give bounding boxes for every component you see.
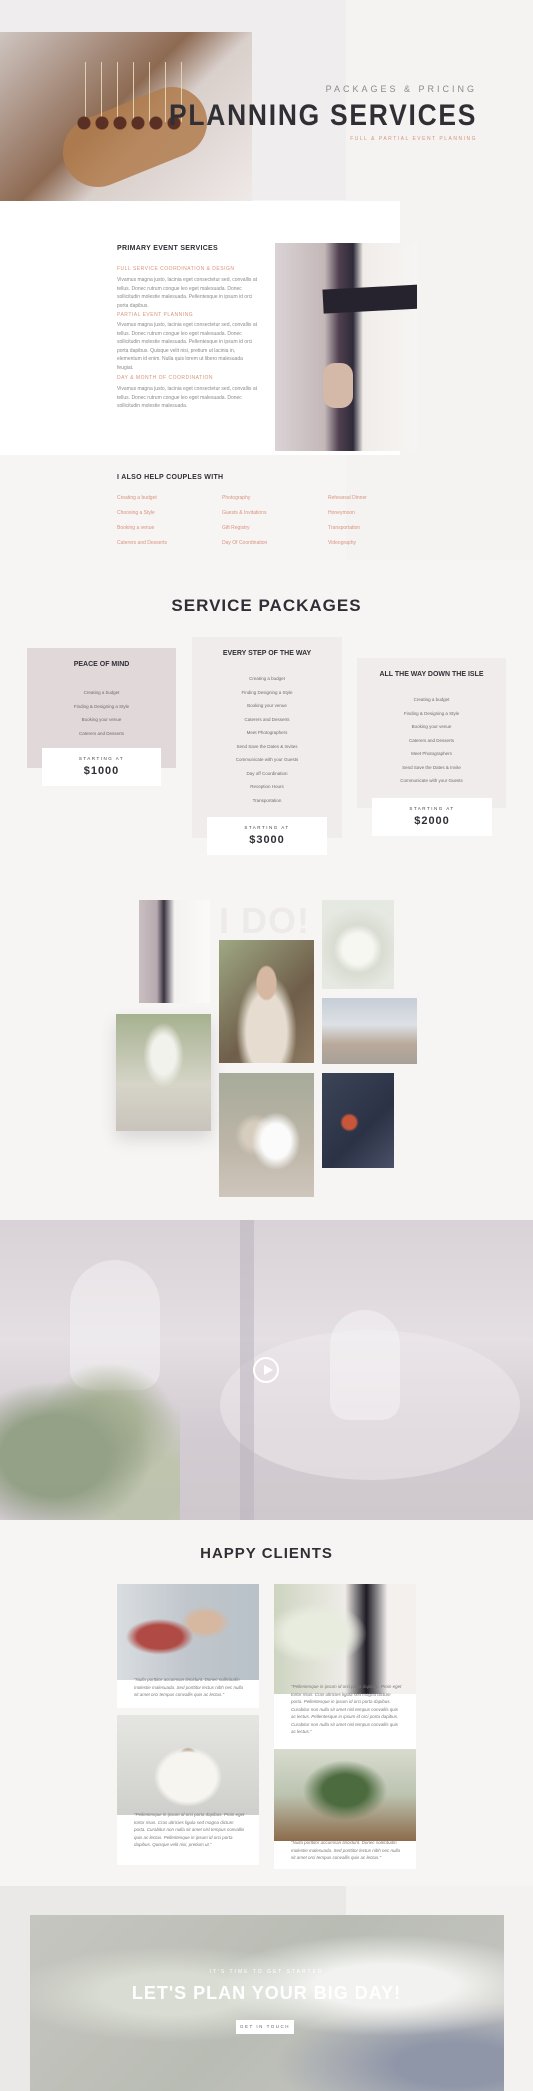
gallery-photo[interactable]	[139, 900, 210, 1003]
package-item: Send Save the Dates & Invite	[402, 764, 461, 770]
price-label: STARTING AT	[244, 825, 290, 830]
price-box: STARTING AT $1000	[42, 748, 161, 786]
package-item: Reception Hours	[250, 784, 284, 789]
service-text: Vivamus magna justo, lacinia eget consec…	[117, 386, 257, 410]
package-item: Caterers and Desserts	[244, 716, 290, 722]
package-item: Transportation	[252, 797, 282, 803]
testimonial-card: "Nulla porttitor accumsan tincidunt. Don…	[117, 1584, 259, 1708]
gallery-photo[interactable]	[322, 900, 394, 989]
testimonial-card: "Pellentesque in ipsum id orci porta dap…	[274, 1584, 416, 1752]
package-item: Finding Designing a Style	[241, 689, 293, 695]
price-label: STARTING AT	[78, 756, 125, 761]
service-text: Vivamus magna justo, lacinia eget consec…	[117, 277, 257, 309]
cta-title: LET'S PLAN YOUR BIG DAY!	[131, 1983, 402, 2003]
help-column: Rehearsal Dinner Honeymoon Transportatio…	[328, 495, 367, 555]
package-item: Booking your venue	[81, 717, 122, 722]
bouquet-photo	[274, 1584, 416, 1694]
gallery-photo[interactable]	[219, 1073, 314, 1197]
hero-subtitle: FULL & PARTIAL EVENT PLANNING	[350, 136, 477, 142]
package-item: Booking your venue	[247, 703, 287, 708]
table-decor-photo	[274, 1749, 416, 1841]
package-item: Finding & Designing a Style	[403, 710, 460, 716]
package-item: Booking your venue	[411, 724, 452, 729]
price-value: $1000	[83, 765, 120, 777]
page-title: PLANNING SERVICES	[168, 99, 477, 132]
help-link[interactable]: Guests & Invitations	[222, 510, 267, 525]
package-item: Send Save the Dates & Invites	[236, 743, 298, 749]
package-name: EVERY STEP OF THE WAY	[222, 650, 312, 657]
hero-kicker: PACKAGES & PRICING	[325, 84, 477, 94]
gallery-photo[interactable]	[322, 1073, 394, 1168]
package-item: Caterers and Desserts	[408, 737, 455, 743]
help-link[interactable]: Booking a venue	[117, 525, 167, 540]
help-column: Creating a budget Choosing a Style Booki…	[117, 495, 167, 555]
price-label: STARTING AT	[409, 806, 455, 811]
price-box: STARTING AT $3000	[207, 817, 327, 855]
testimonial-quote: "Pellentesque in ipsum id orci porta dap…	[291, 1684, 402, 1734]
package-item: Meet Photographers	[246, 730, 288, 735]
price-value: $2000	[414, 815, 450, 827]
help-link[interactable]: Transportation	[328, 525, 367, 540]
gallery-photo[interactable]	[219, 940, 314, 1063]
play-icon[interactable]	[253, 1357, 279, 1383]
help-link[interactable]: Creating a budget	[117, 495, 167, 510]
gallery-watermark: I DO!	[219, 900, 310, 941]
testimonial-quote: "Pellentesque in ipsum id orci porta dap…	[134, 1812, 245, 1847]
price-value: $3000	[249, 834, 285, 846]
service-title: PARTIAL EVENT PLANNING	[117, 312, 194, 318]
package-item: Day off Coordination	[246, 770, 288, 776]
package-item: Finding & Designing a Style	[73, 703, 130, 709]
package-item: Communicate with your Guests	[235, 757, 299, 762]
help-link[interactable]: Choosing a Style	[117, 510, 167, 525]
package-item: Meet Photographers	[411, 751, 452, 756]
cake-photo	[117, 1715, 259, 1815]
service-title: DAY & MONTH OF COORDINATION	[117, 375, 214, 381]
package-card: ALL THE WAY DOWN THE ISLE Creating a bud…	[357, 658, 506, 836]
package-item: Creating a budget	[83, 690, 120, 695]
package-name: PEACE OF MIND	[73, 661, 130, 668]
testimonial-quote: "Nulla porttitor accumsan tincidunt. Don…	[134, 1677, 244, 1697]
help-column: Photography Guests & Invitations Gift Re…	[222, 495, 267, 555]
bride-groom-photo	[275, 243, 417, 451]
help-link[interactable]: Caterers and Desserts	[117, 540, 167, 555]
cta-kicker: IT'S TIME TO GET STARTED	[209, 1969, 324, 1975]
packages-title: SERVICE PACKAGES	[171, 596, 362, 615]
testimonials-title: HAPPY CLIENTS	[200, 1545, 333, 1562]
get-in-touch-button[interactable]: GET IN TOUCH	[236, 2020, 294, 2034]
gallery-photo[interactable]	[322, 998, 417, 1064]
package-item: Communicate with your Guests	[400, 778, 463, 783]
package-card: EVERY STEP OF THE WAY Creating a budget …	[192, 637, 342, 855]
help-link[interactable]: Day Of Coordination	[222, 540, 267, 555]
testimonial-card: "Pellentesque in ipsum id orci porta dap…	[117, 1715, 259, 1865]
help-link[interactable]: Videography	[328, 540, 367, 555]
package-card: PEACE OF MIND Creating a budget Finding …	[27, 648, 176, 786]
service-title: FULL SERVICE COORDINATION & DESIGN	[117, 266, 235, 272]
package-item: Creating a budget	[413, 697, 450, 702]
gallery-photo[interactable]	[116, 1014, 211, 1131]
services-heading: PRIMARY EVENT SERVICES	[117, 245, 218, 252]
help-link[interactable]: Honeymoon	[328, 510, 367, 525]
testimonial-card: "Nulla porttitor accumsan tincidunt. Don…	[274, 1749, 416, 1869]
service-text: Vivamus magna justo, lacinia eget consec…	[117, 322, 257, 371]
help-heading: I ALSO HELP COUPLES WITH	[117, 474, 224, 481]
couple-photo	[117, 1584, 259, 1680]
package-item: Caterers and Desserts	[78, 730, 125, 736]
testimonial-quote: "Nulla porttitor accumsan tincidunt. Don…	[291, 1840, 401, 1860]
help-link[interactable]: Photography	[222, 495, 267, 510]
price-box: STARTING AT $2000	[372, 798, 492, 836]
package-item: Creating a budget	[249, 676, 285, 681]
help-link[interactable]: Rehearsal Dinner	[328, 495, 367, 510]
package-name: ALL THE WAY DOWN THE ISLE	[379, 671, 484, 678]
help-link[interactable]: Gift Registry	[222, 525, 267, 540]
